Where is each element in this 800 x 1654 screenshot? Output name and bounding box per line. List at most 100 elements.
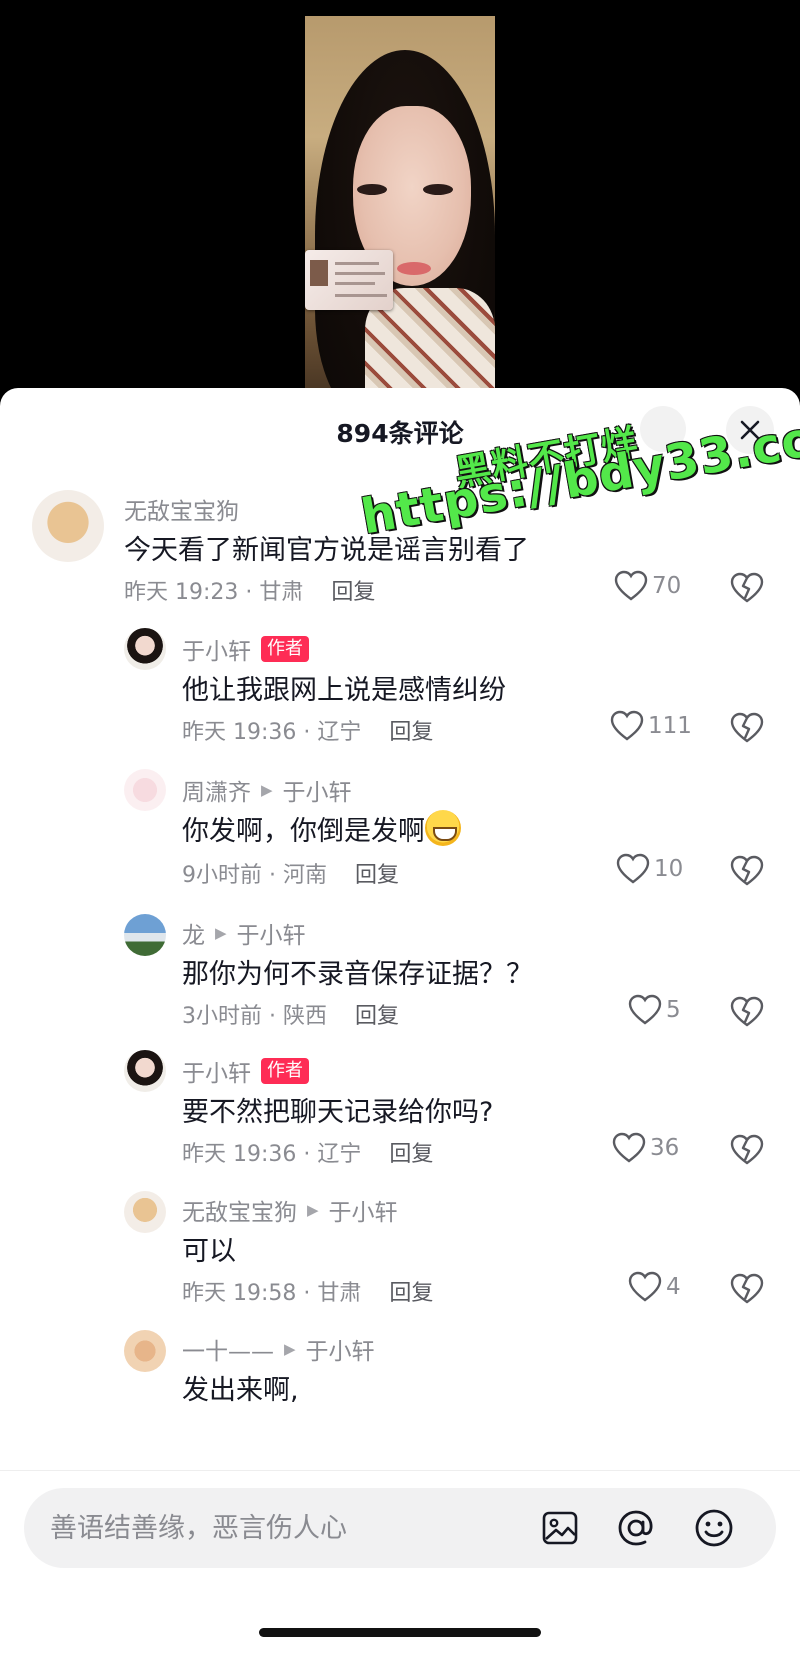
comment-username[interactable]: 于小轩 作者	[182, 1054, 309, 1088]
comment-list[interactable]: 无敌宝宝狗 今天看了新闻官方说是谣言别看了 昨天 19:23 · 甘肃 回复 70…	[0, 488, 800, 1468]
comment-time: 昨天 19:36 · 辽宁	[182, 720, 362, 745]
comment-meta: 3小时前 · 陕西 回复	[182, 998, 399, 1030]
broken-heart-icon	[730, 712, 764, 743]
like-count: 4	[666, 1274, 681, 1300]
like-button[interactable]: 4	[628, 1271, 681, 1303]
car-avatar[interactable]	[124, 914, 166, 956]
comment-text: 今天看了新闻官方说是谣言别看了	[124, 535, 529, 566]
dislike-button[interactable]	[730, 996, 764, 1032]
comment-meta: 昨天 19:36 · 辽宁 回复	[182, 1136, 433, 1168]
id-card-line	[335, 272, 385, 275]
dislike-button[interactable]	[730, 855, 764, 891]
video-eye-shape	[423, 184, 453, 195]
comment-username[interactable]: 龙 ▶ 于小轩	[182, 916, 306, 950]
video-player[interactable]	[0, 0, 800, 420]
comment-time: 9小时前 · 河南	[182, 863, 327, 888]
id-card-photo	[310, 260, 328, 286]
dislike-button[interactable]	[730, 712, 764, 748]
image-button[interactable]	[538, 1506, 582, 1550]
comment-item: 周潇齐 ▶ 于小轩 你发啊，你倒是发啊 9小时前 · 河南 回复 10	[0, 765, 800, 905]
pink-avatar[interactable]	[124, 769, 166, 811]
reply-button[interactable]: 回复	[355, 863, 399, 888]
comment-time: 昨天 19:58 · 甘肃	[182, 1281, 362, 1306]
author-badge: 作者	[261, 1058, 309, 1084]
reply-to-username: 于小轩	[236, 923, 306, 949]
image-icon	[542, 1511, 578, 1545]
username-text: 一十——	[182, 1339, 274, 1365]
like-button[interactable]: 5	[628, 994, 681, 1026]
comment-username[interactable]: 无敌宝宝狗	[124, 492, 239, 526]
mention-button[interactable]	[614, 1506, 658, 1550]
comment-text: 你发啊，你倒是发啊	[182, 809, 461, 848]
id-card-shape	[305, 250, 393, 310]
username-text: 于小轩	[182, 1061, 251, 1087]
girl-avatar[interactable]	[124, 1050, 166, 1092]
like-count: 5	[666, 997, 681, 1023]
comment-sheet: 894条评论 无敌宝宝狗 今天看了新闻官方说是谣言别看了 昨天 19:23 · …	[0, 388, 800, 1654]
like-button[interactable]: 10	[616, 853, 683, 885]
home-indicator[interactable]	[259, 1628, 541, 1637]
heart-icon	[616, 853, 650, 884]
id-card-line	[335, 262, 379, 265]
comment-input-bar	[24, 1488, 776, 1568]
like-button[interactable]: 111	[610, 710, 692, 742]
comment-time: 昨天 19:36 · 辽宁	[182, 1142, 362, 1167]
reply-to-username: 于小轩	[282, 780, 352, 806]
input-divider	[0, 1470, 800, 1471]
comment-text: 可以	[182, 1236, 236, 1267]
comment-meta: 昨天 19:36 · 辽宁 回复	[182, 714, 433, 746]
at-icon	[618, 1510, 653, 1546]
reply-to-username: 于小轩	[328, 1200, 398, 1226]
dog-avatar[interactable]	[32, 490, 104, 562]
broken-heart-icon	[730, 855, 764, 886]
video-frame	[305, 16, 495, 420]
comment-input[interactable]	[50, 1488, 510, 1568]
comment-text: 那你为何不录音保存证据？？	[182, 959, 533, 990]
like-count: 10	[654, 856, 684, 882]
comment-username[interactable]: 周潇齐 ▶ 于小轩	[182, 773, 352, 807]
comment-meta: 昨天 19:58 · 甘肃 回复	[182, 1275, 433, 1307]
emoji-button[interactable]	[692, 1506, 736, 1550]
reply-arrow-icon: ▶	[307, 1201, 319, 1219]
comment-meta: 9小时前 · 河南 回复	[182, 857, 399, 889]
comment-username[interactable]: 一十—— ▶ 于小轩	[182, 1332, 375, 1366]
reply-button[interactable]: 回复	[389, 1281, 433, 1306]
girl-avatar[interactable]	[124, 628, 166, 670]
dislike-button[interactable]	[730, 1273, 764, 1309]
reply-arrow-icon: ▶	[261, 781, 273, 799]
author-badge: 作者	[261, 636, 309, 662]
comment-item: 于小轩 作者 他让我跟网上说是感情纠纷 昨天 19:36 · 辽宁 回复 111	[0, 626, 800, 766]
like-button[interactable]: 36	[612, 1132, 679, 1164]
comment-username[interactable]: 无敌宝宝狗 ▶ 于小轩	[182, 1193, 398, 1227]
like-count: 70	[652, 573, 682, 599]
comment-text: 发出来啊,	[182, 1375, 299, 1406]
grinning-sweat-emoji-icon	[425, 810, 461, 846]
comment-text: 要不然把聊天记录给你吗?	[182, 1097, 494, 1128]
dog-avatar[interactable]	[124, 1191, 166, 1233]
dislike-button[interactable]	[730, 1134, 764, 1170]
like-button[interactable]: 70	[614, 570, 681, 602]
cat-avatar[interactable]	[124, 1330, 166, 1372]
comment-time: 昨天 19:23 · 甘肃	[124, 580, 304, 605]
heart-icon	[628, 994, 662, 1025]
broken-heart-icon	[730, 572, 764, 603]
broken-heart-icon	[730, 996, 764, 1027]
reply-button[interactable]: 回复	[389, 720, 433, 745]
username-text: 周潇齐	[182, 780, 251, 806]
dislike-button[interactable]	[730, 572, 764, 608]
heart-icon	[610, 710, 644, 741]
comment-item: 无敌宝宝狗 ▶ 于小轩 可以 昨天 19:58 · 甘肃 回复 4	[0, 1185, 800, 1325]
comment-item: 一十—— ▶ 于小轩 发出来啊,	[0, 1324, 800, 1464]
like-count: 111	[648, 713, 692, 739]
broken-heart-icon	[730, 1273, 764, 1304]
reply-button[interactable]: 回复	[389, 1142, 433, 1167]
reply-button[interactable]: 回复	[331, 580, 375, 605]
comment-meta: 昨天 19:23 · 甘肃 回复	[124, 574, 375, 606]
reply-button[interactable]: 回复	[355, 1004, 399, 1029]
comment-item: 龙 ▶ 于小轩 那你为何不录音保存证据？？ 3小时前 · 陕西 回复 5	[0, 906, 800, 1046]
comment-time: 3小时前 · 陕西	[182, 1004, 327, 1029]
comment-username[interactable]: 于小轩 作者	[182, 632, 309, 666]
video-lips-shape	[397, 262, 431, 275]
reply-arrow-icon: ▶	[284, 1340, 296, 1358]
like-count: 36	[650, 1135, 680, 1161]
